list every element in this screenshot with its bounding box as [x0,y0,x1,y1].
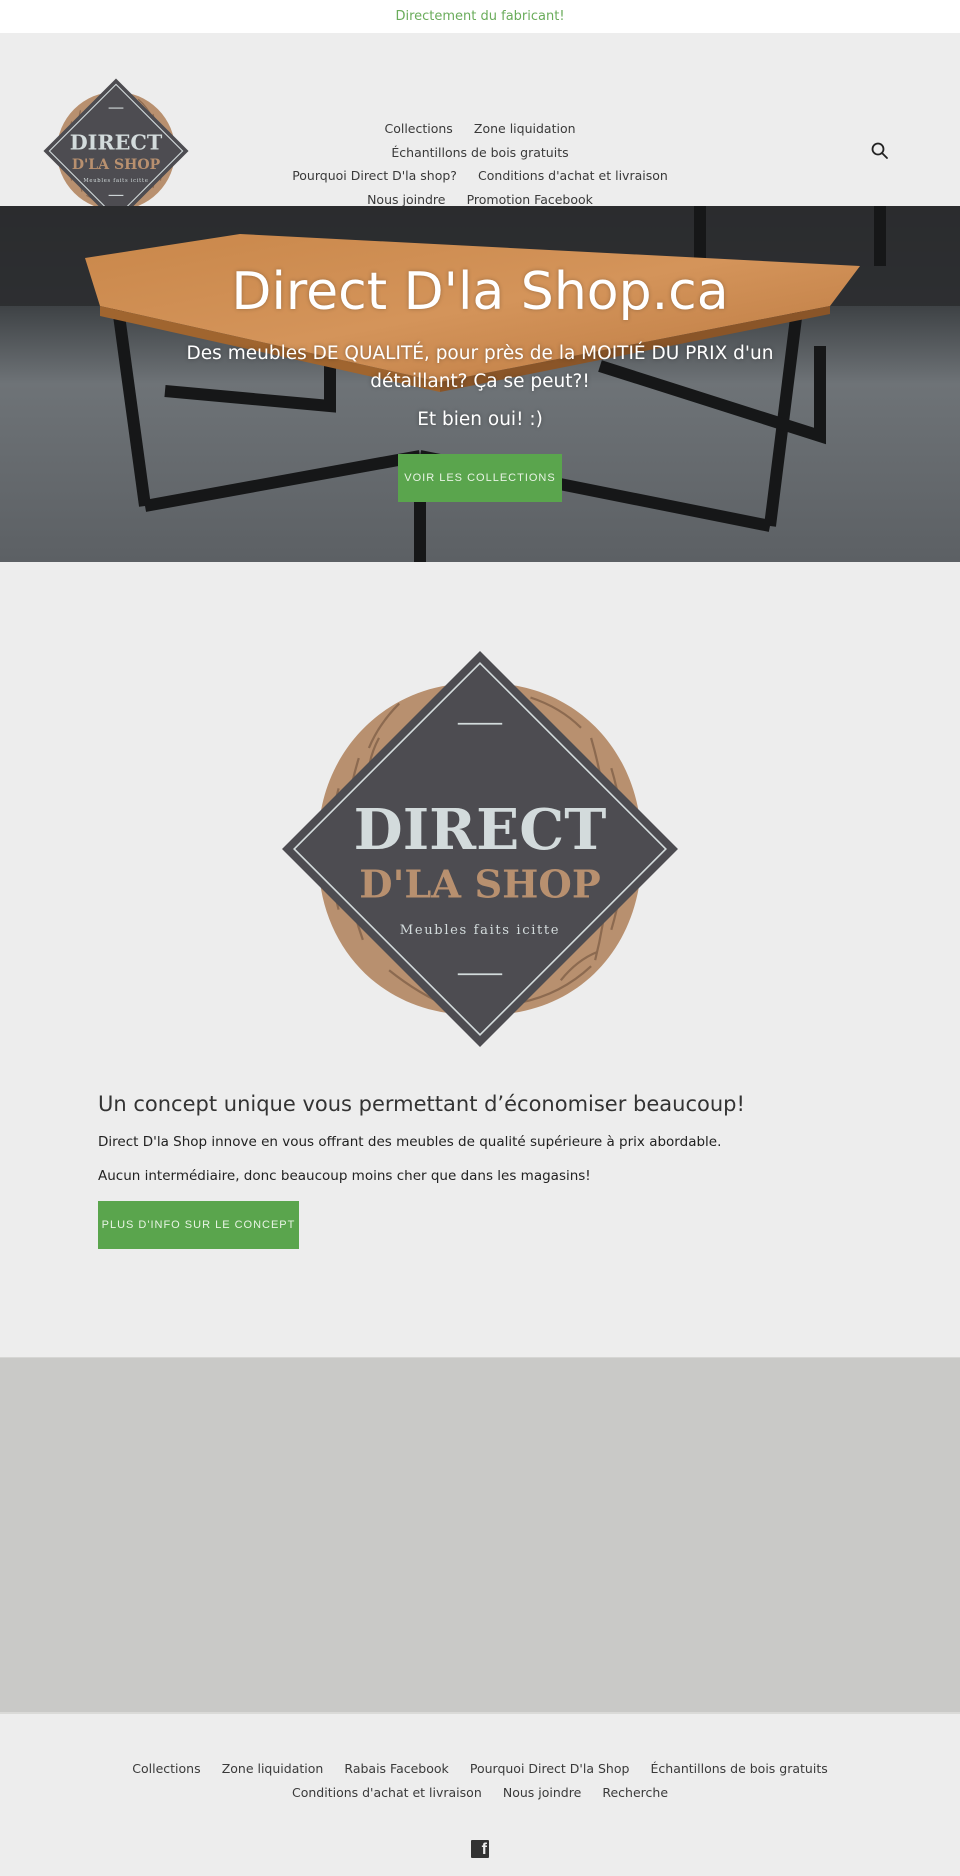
footer-link-collections[interactable]: Collections [132,1757,200,1780]
hero-title: Direct D'la Shop.ca [231,262,729,322]
concept-heading: Un concept unique vous permettant d’écon… [98,1092,745,1116]
facebook-icon[interactable]: f [471,1840,489,1858]
concept-section: DIRECT D'LA SHOP Meubles faits icitte Un… [0,562,960,1357]
main-nav: Collections Zone liquidation Échantillon… [280,117,680,211]
site-header: DIRECT D'LA SHOP Meubles faits icitte Co… [0,33,960,224]
image-placeholder-section [0,1357,960,1714]
hero-banner: Direct D'la Shop.ca Des meubles DE QUALI… [0,206,960,562]
search-icon[interactable] [870,141,890,161]
concept-paragraph-2: Aucun intermédiaire, donc beaucoup moins… [98,1168,591,1184]
logo-line1: DIRECT [354,797,607,863]
nav-conditions[interactable]: Conditions d'achat et livraison [478,165,668,188]
voir-collections-button[interactable]: VOIR LES COLLECTIONS [398,454,562,502]
footer-nav: Collections Zone liquidation Rabais Face… [100,1756,860,1804]
plus-info-concept-button[interactable]: PLUS D'INFO SUR LE CONCEPT [98,1201,299,1249]
footer-link-rabais-facebook[interactable]: Rabais Facebook [344,1757,448,1780]
site-footer: Collections Zone liquidation Rabais Face… [0,1714,960,1876]
announcement-text: Directement du fabricant! [395,9,565,24]
nav-zone-liquidation[interactable]: Zone liquidation [474,118,576,141]
footer-link-nous-joindre[interactable]: Nous joindre [503,1781,581,1804]
hero-subtitle: Des meubles DE QUALITÉ, pour près de la … [186,343,774,392]
site-logo[interactable]: DIRECT D'LA SHOP Meubles faits icitte [42,77,190,225]
nav-pourquoi[interactable]: Pourquoi Direct D'la shop? [292,165,457,188]
nav-collections[interactable]: Collections [384,118,452,141]
announcement-bar: Directement du fabricant! [0,0,960,33]
logo-tagline: Meubles faits icitte [83,178,148,184]
footer-link-zone-liquidation[interactable]: Zone liquidation [222,1757,324,1780]
footer-link-echantillons[interactable]: Échantillons de bois gratuits [651,1757,828,1780]
footer-link-recherche[interactable]: Recherche [602,1781,668,1804]
logo-line2: D'LA SHOP [72,157,161,173]
hero-subtitle-2: Et bien oui! :) [417,409,543,430]
logo-tagline: Meubles faits icitte [400,923,560,938]
logo-line1: DIRECT [70,131,163,155]
footer-link-pourquoi[interactable]: Pourquoi Direct D'la Shop [470,1757,630,1780]
concept-paragraph-1: Direct D'la Shop innove en vous offrant … [98,1134,722,1150]
logo-line2: D'LA SHOP [359,862,600,907]
footer-link-conditions[interactable]: Conditions d'achat et livraison [292,1781,482,1804]
nav-echantillons[interactable]: Échantillons de bois gratuits [391,142,568,165]
concept-logo-image: DIRECT D'LA SHOP Meubles faits icitte [282,651,678,1047]
